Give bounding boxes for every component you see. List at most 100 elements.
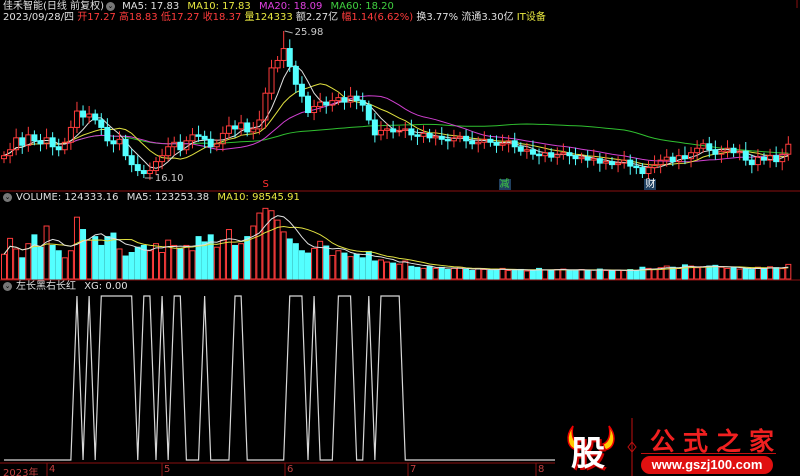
volume-bar[interactable] [49,244,56,280]
volume-bar[interactable] [651,268,658,280]
volume-bar[interactable] [414,266,421,280]
volume-bar[interactable] [128,252,135,280]
volume-bar[interactable] [92,236,99,280]
volume-bar[interactable] [311,247,318,280]
volume-bar[interactable] [736,268,743,280]
candle[interactable] [426,128,433,143]
volume-bar[interactable] [779,268,786,280]
volume-bar[interactable] [323,245,330,280]
candle[interactable] [730,143,737,158]
candle[interactable] [134,155,141,177]
volume-bar[interactable] [298,250,305,280]
candle[interactable] [189,128,196,149]
volume-bar[interactable] [1,253,7,280]
volume-bar[interactable] [359,257,366,280]
volume-bar[interactable] [122,255,129,280]
volume-bar[interactable] [104,236,111,280]
volume-bar[interactable] [384,261,391,280]
volume-bar[interactable] [505,270,512,280]
volume-bar[interactable] [444,268,451,280]
volume-bar[interactable] [171,244,178,280]
volume-bar[interactable] [146,250,153,280]
candle[interactable] [529,140,536,160]
candle[interactable] [347,86,354,108]
candle[interactable] [785,136,792,161]
volume-bar[interactable] [244,236,251,280]
volume-bar[interactable] [390,262,397,280]
event-marker[interactable]: 减 [498,179,511,190]
candle[interactable] [49,132,56,156]
candle[interactable] [201,130,208,148]
volume-bar[interactable] [548,269,555,280]
volume-bar[interactable] [13,248,20,280]
volume-bar[interactable] [694,267,701,280]
volume-bar[interactable] [402,260,409,280]
candle[interactable] [195,125,202,142]
volume-bar[interactable] [67,250,74,280]
candle[interactable] [706,136,713,158]
candle[interactable] [657,154,664,174]
candle[interactable] [80,105,87,126]
candle[interactable] [359,92,366,112]
volume-bar[interactable] [195,236,202,280]
volume-bar[interactable] [98,244,105,280]
volume-bar[interactable] [785,263,792,280]
candle[interactable] [25,126,32,152]
volume-bar[interactable] [256,212,263,280]
candle[interactable] [572,147,579,166]
volume-bar[interactable] [718,266,725,280]
volume-bar[interactable] [55,250,62,280]
candle[interactable] [390,120,397,139]
volume-bar[interactable] [481,268,488,280]
volume-bar[interactable] [706,265,713,280]
candle[interactable] [742,141,749,166]
volume-bar[interactable] [590,269,597,280]
candle[interactable] [469,131,476,150]
candle[interactable] [438,127,445,145]
volume-bar[interactable] [426,265,433,280]
volume-bar[interactable] [700,266,707,280]
volume-bar[interactable] [371,260,378,280]
volume-bar[interactable] [457,266,463,280]
candle[interactable] [37,133,44,152]
volume-bar[interactable] [596,268,603,280]
candle[interactable] [159,148,166,170]
candle[interactable] [225,116,232,139]
candle[interactable] [602,153,609,170]
volume-bar[interactable] [201,241,208,280]
candle[interactable] [110,135,117,153]
candle[interactable] [329,92,336,112]
volume-bar[interactable] [262,207,269,280]
volume-bar[interactable] [134,246,141,280]
chevron-down-icon[interactable]: ⌄ [3,281,12,291]
candle[interactable] [98,113,105,136]
volume-bar[interactable] [177,248,184,280]
volume-bar[interactable] [621,270,628,280]
volume-bar[interactable] [43,225,50,280]
candle[interactable] [268,59,275,100]
volume-bar[interactable] [329,254,336,280]
candle[interactable] [280,31,287,69]
candle[interactable] [566,147,573,165]
volume-bar[interactable] [305,252,311,280]
candle[interactable] [250,122,257,140]
candle[interactable] [420,125,427,143]
volume-bar[interactable] [742,267,749,280]
candle[interactable] [408,119,415,141]
candle[interactable] [615,156,622,173]
volume-bar[interactable] [347,256,354,280]
volume-bar[interactable] [560,268,567,280]
event-marker[interactable]: 财 [644,179,657,190]
volume-bar[interactable] [748,269,755,280]
volume-bar[interactable] [450,267,457,280]
volume-bar[interactable] [602,270,609,280]
volume-bar[interactable] [286,238,293,280]
volume-bar[interactable] [493,268,500,280]
candle[interactable] [61,137,68,155]
chevron-down-icon[interactable]: ⌄ [3,192,12,202]
volume-bar[interactable] [572,269,579,280]
volume-bar[interactable] [487,270,494,280]
volume-bar[interactable] [159,252,166,280]
volume-bar[interactable] [73,216,80,280]
volume-bar[interactable] [773,267,780,280]
